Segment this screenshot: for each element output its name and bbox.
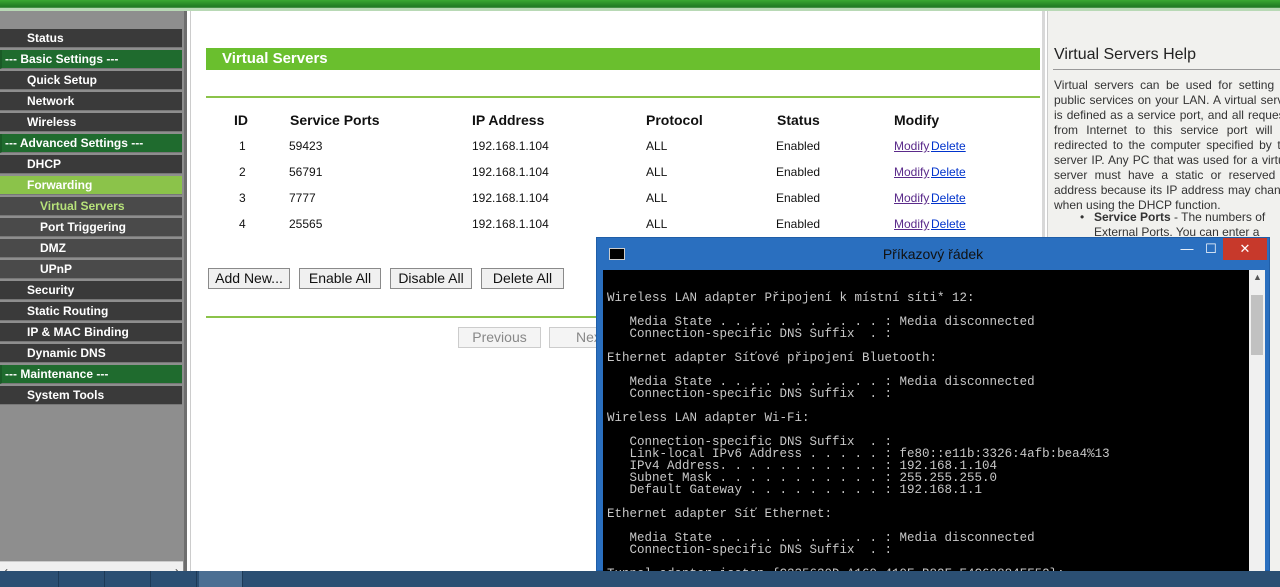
cell-ip: 192.168.1.104: [472, 165, 549, 179]
cmd-scrollbar[interactable]: ▲: [1249, 270, 1265, 572]
sidebar-item: --- Advanced Settings ---: [0, 134, 182, 153]
modify-link[interactable]: Modify: [894, 139, 929, 153]
cell-id: 3: [239, 191, 246, 205]
help-text: Virtual servers can be used for setting …: [1054, 78, 1280, 212]
column-header-protocol: Protocol: [646, 112, 703, 128]
cell-ip: 192.168.1.104: [472, 217, 549, 231]
divider: [206, 96, 1040, 98]
minimize-button[interactable]: —: [1175, 238, 1199, 260]
chrome-icon[interactable]: [15, 571, 59, 587]
cell-id: 4: [239, 217, 246, 231]
modify-link[interactable]: Modify: [894, 191, 929, 205]
command-prompt-window[interactable]: Příkazový řádek — ☐ ✕ Wireless LAN adapt…: [596, 237, 1270, 572]
delete-all-button[interactable]: Delete All: [481, 268, 564, 289]
help-bullet-term: Service Ports: [1094, 210, 1171, 224]
scroll-up-icon[interactable]: ▲: [1253, 272, 1262, 282]
delete-link[interactable]: Delete: [931, 191, 966, 205]
cmd-window-title: Příkazový řádek: [882, 246, 984, 262]
page-title: Virtual Servers: [206, 48, 1040, 70]
cell-port: 59423: [289, 139, 323, 153]
cell-status: Enabled: [776, 165, 821, 179]
cmd-scroll-thumb[interactable]: [1251, 295, 1263, 355]
cell-ip: 192.168.1.104: [472, 139, 549, 153]
cell-protocol: ALL: [646, 139, 668, 153]
cell-port: 7777: [289, 191, 316, 205]
sidebar-item[interactable]: IP & MAC Binding: [0, 323, 182, 342]
delete-link[interactable]: Delete: [931, 217, 966, 231]
sidebar-item[interactable]: Forwarding: [0, 176, 182, 195]
sidebar-item[interactable]: Network: [0, 92, 182, 111]
sidebar-menu: Status --- Basic Settings --- Quick Setup N…: [0, 11, 187, 581]
close-button[interactable]: ✕: [1223, 238, 1267, 260]
sidebar-item[interactable]: Security: [0, 281, 182, 300]
help-title: Virtual Servers Help: [1054, 46, 1196, 63]
cmd-console[interactable]: Wireless LAN adapter Připojení k místní …: [603, 270, 1249, 572]
cell-protocol: ALL: [646, 191, 668, 205]
sidebar-item[interactable]: Wireless: [0, 113, 182, 132]
divider: [1053, 69, 1280, 70]
explorer-icon[interactable]: [61, 571, 105, 587]
cell-protocol: ALL: [646, 217, 668, 231]
cell-id: 2: [239, 165, 246, 179]
sidebar-item[interactable]: Static Routing: [0, 302, 182, 321]
sidebar-item[interactable]: System Tools: [0, 386, 182, 405]
modify-link[interactable]: Modify: [894, 165, 929, 179]
column-header-status: Status: [777, 112, 820, 128]
sidebar-item: --- Basic Settings ---: [0, 50, 182, 69]
sidebar-item[interactable]: Dynamic DNS: [0, 344, 182, 363]
bullet-icon: •: [1080, 210, 1085, 224]
cmd-icon[interactable]: [199, 571, 243, 587]
cmd-output: Wireless LAN adapter Připojení k místní …: [607, 291, 1110, 572]
cell-port: 56791: [289, 165, 323, 179]
cell-status: Enabled: [776, 191, 821, 205]
skype-icon[interactable]: [153, 571, 197, 587]
maximize-button[interactable]: ☐: [1199, 238, 1223, 260]
cell-protocol: ALL: [646, 165, 668, 179]
sidebar-item[interactable]: Status: [0, 29, 182, 48]
cell-status: Enabled: [776, 217, 821, 231]
delete-link[interactable]: Delete: [931, 165, 966, 179]
cell-status: Enabled: [776, 139, 821, 153]
cell-ip: 192.168.1.104: [472, 191, 549, 205]
sidebar-item[interactable]: DMZ: [0, 239, 182, 258]
add-new-button[interactable]: Add New...: [208, 268, 290, 289]
disable-all-button[interactable]: Disable All: [390, 268, 472, 289]
sidebar-item[interactable]: Virtual Servers: [0, 197, 182, 216]
column-header-modify: Modify: [894, 112, 940, 128]
previous-button[interactable]: Previous: [458, 327, 541, 348]
sidebar-item[interactable]: DHCP: [0, 155, 182, 174]
sidebar-item[interactable]: Port Triggering: [0, 218, 182, 237]
sidebar-item: --- Maintenance ---: [0, 365, 182, 384]
column-header-ip-address: IP Address: [472, 112, 545, 128]
cell-id: 1: [239, 139, 246, 153]
cell-port: 25565: [289, 217, 323, 231]
sidebar-item[interactable]: Quick Setup: [0, 71, 182, 90]
delete-link[interactable]: Delete: [931, 139, 966, 153]
modify-link[interactable]: Modify: [894, 217, 929, 231]
column-header-id: ID: [234, 112, 248, 128]
router-top-banner: [0, 0, 1280, 11]
ie-icon[interactable]: [107, 571, 151, 587]
column-header-service-ports: Service Ports: [290, 112, 380, 128]
enable-all-button[interactable]: Enable All: [299, 268, 381, 289]
sidebar-item[interactable]: UPnP: [0, 260, 182, 279]
taskbar: [0, 571, 1280, 587]
